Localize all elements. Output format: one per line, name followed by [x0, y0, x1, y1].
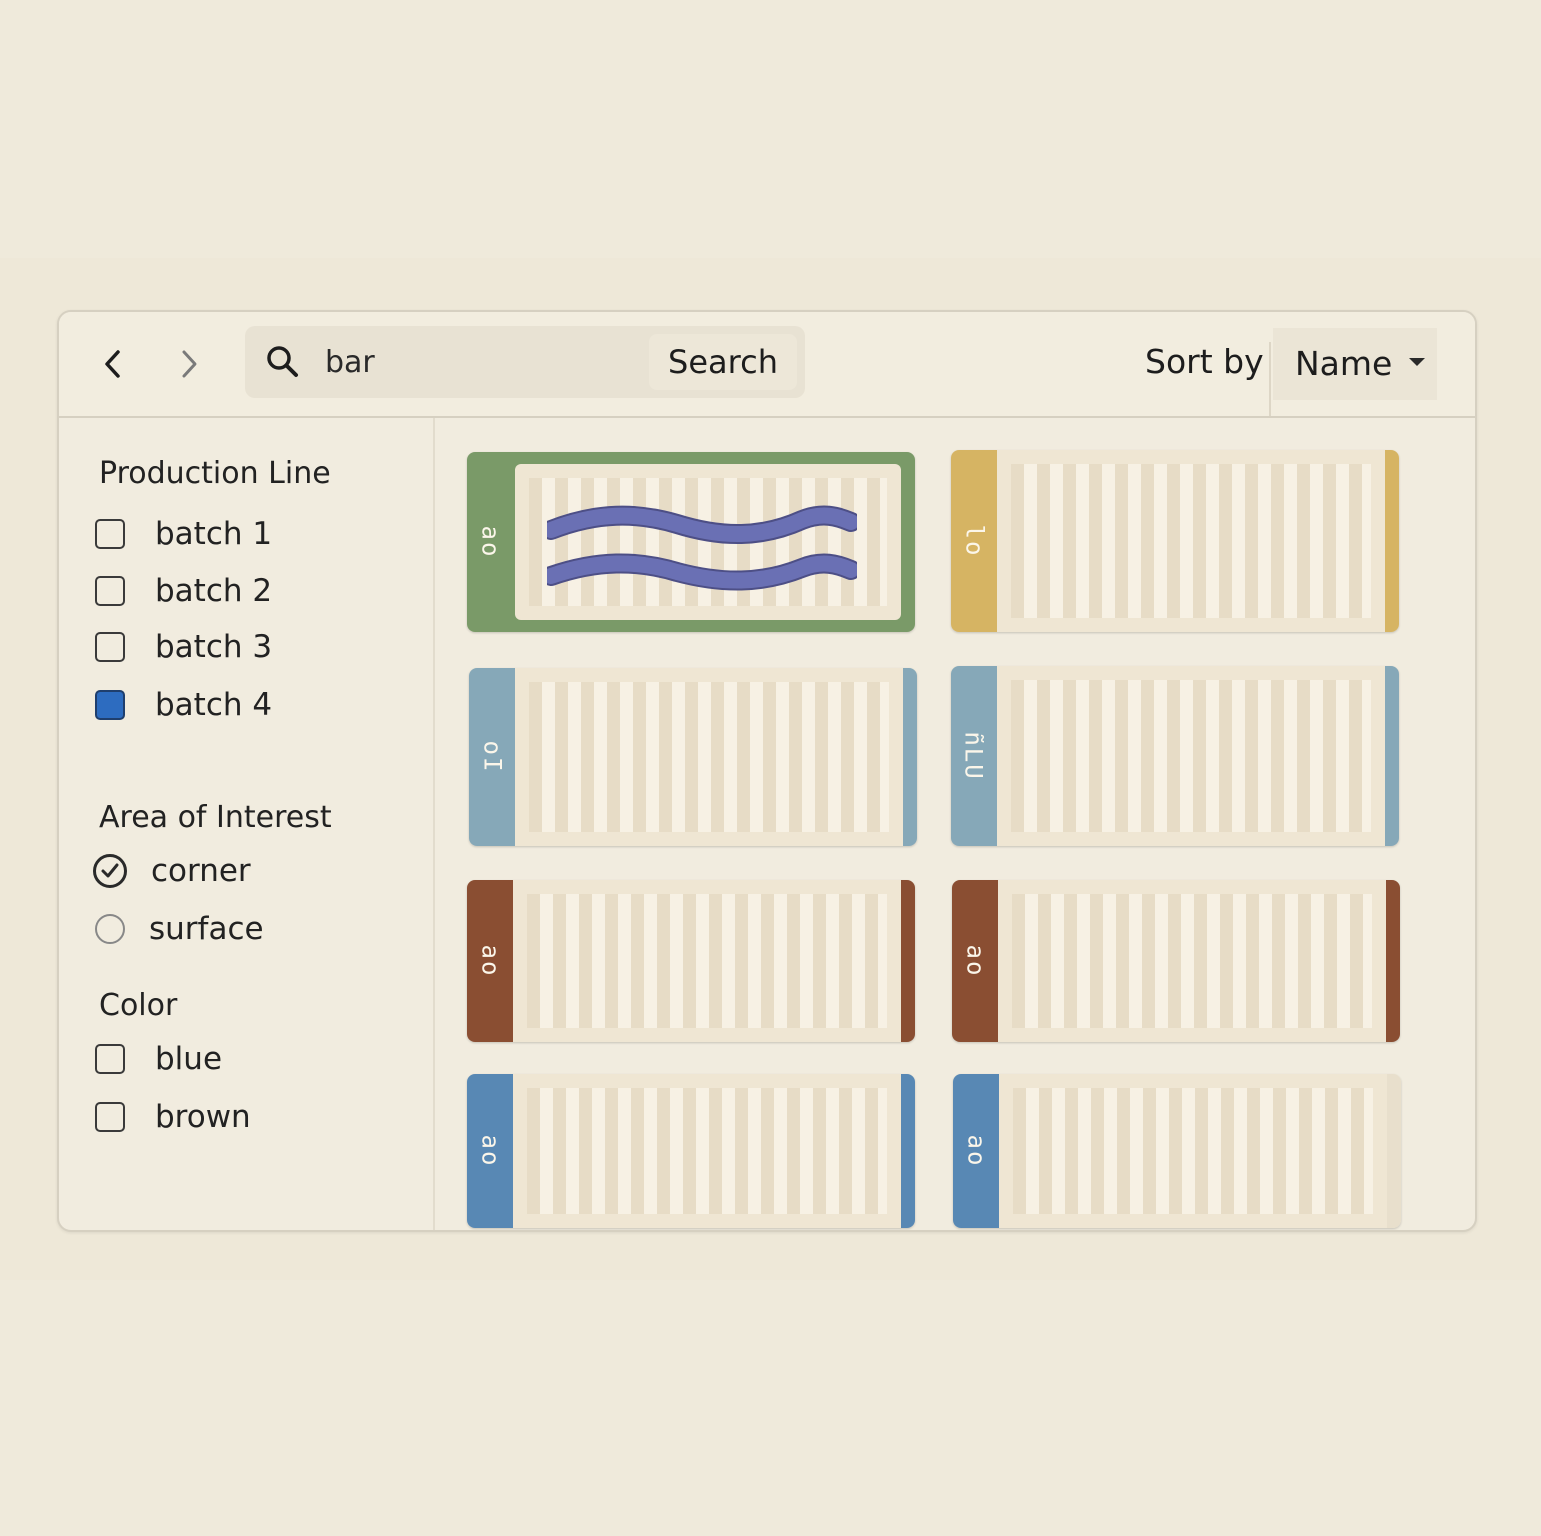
card-stripes [527, 894, 887, 1028]
card-stripes [1011, 680, 1371, 832]
card-stripes [1013, 1088, 1373, 1214]
card-edge [1385, 666, 1399, 846]
card-body [997, 666, 1385, 846]
card-edge [1385, 450, 1399, 632]
result-card[interactable]: ao [467, 880, 915, 1042]
card-body [999, 1074, 1387, 1228]
result-card[interactable]: ao [952, 880, 1400, 1042]
result-card[interactable]: ao [953, 1074, 1401, 1228]
card-body [513, 1074, 901, 1228]
card-edge [1387, 1074, 1401, 1228]
card-stripes [527, 1088, 887, 1214]
card-code: lo [960, 524, 988, 558]
page: Search Sort by Name Production Line batc… [0, 0, 1541, 1536]
result-card[interactable]: lo [951, 450, 1399, 632]
card-code: ao [476, 944, 504, 978]
result-card[interactable]: ao [467, 1074, 915, 1228]
card-edge [903, 668, 917, 846]
result-card[interactable]: oI [469, 668, 917, 846]
card-edge [901, 1074, 915, 1228]
card-code: oI [478, 740, 506, 774]
wave-lines-marking [547, 505, 857, 591]
card-code: ao [961, 944, 989, 978]
app-window: Search Sort by Name Production Line batc… [57, 310, 1477, 1232]
card-body [515, 668, 903, 846]
card-code: ñLU [960, 731, 989, 781]
card-edge [901, 880, 915, 1042]
card-body [997, 450, 1385, 632]
card-stripes [1012, 894, 1372, 1028]
card-stripes [529, 682, 889, 832]
card-edge [1386, 880, 1400, 1042]
card-body [998, 880, 1386, 1042]
result-card[interactable]: ñLU [951, 666, 1399, 846]
results-grid: ao lo oI ñLU ao ao ao ao [59, 312, 1475, 1230]
card-stripes [1011, 464, 1371, 618]
card-body [513, 880, 901, 1042]
result-card[interactable]: ao [467, 452, 915, 632]
card-code: ao [962, 1134, 990, 1168]
card-code: ao [476, 1134, 504, 1168]
card-code: ao [476, 525, 504, 559]
